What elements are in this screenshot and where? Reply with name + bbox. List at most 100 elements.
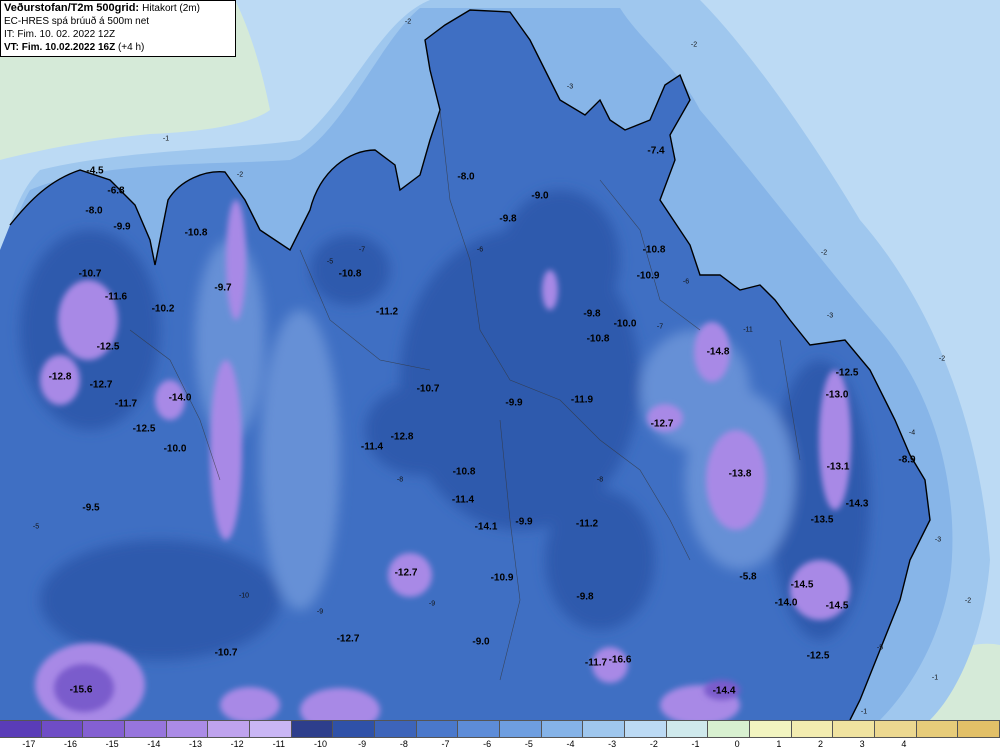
temperature-value-label: -11.7 (114, 398, 138, 410)
map-subtitle: Hitakort (2m) (142, 3, 200, 14)
legend-swatch (750, 721, 792, 737)
temperature-value-label: -9.9 (113, 221, 131, 233)
temperature-value-label: -8.9 (898, 454, 916, 466)
temperature-value-label: -8.0 (457, 171, 475, 183)
temperature-value-label: -10.8 (452, 466, 476, 478)
temperature-value-label: -10.0 (163, 443, 187, 455)
temperature-value-label: -11.6 (104, 291, 128, 303)
temperature-value-label: -10.8 (184, 227, 208, 239)
temperature-value-label: -11.2 (375, 306, 399, 318)
contour-label: -11 (743, 326, 753, 334)
temperature-value-label: -14.8 (706, 346, 730, 358)
contour-label: -2 (690, 41, 698, 49)
legend-swatch (375, 721, 417, 737)
map-canvas (0, 0, 1000, 720)
contour-label: -6 (682, 278, 690, 286)
temperature-value-label: -13.5 (810, 514, 834, 526)
temperature-value-label: -10.8 (338, 268, 362, 280)
legend-swatch (0, 721, 42, 737)
legend-swatch (500, 721, 542, 737)
temperature-value-label: -12.5 (835, 367, 859, 379)
lead-time: (+4 h) (117, 42, 145, 53)
temperature-value-label: -12.7 (650, 418, 674, 430)
legend-swatch (875, 721, 917, 737)
legend-swatch (291, 721, 334, 737)
contour-label: -2 (236, 171, 244, 179)
temperature-value-label: -14.0 (774, 597, 798, 609)
temperature-value-label: -13.8 (728, 468, 752, 480)
contour-label: -2 (938, 355, 946, 363)
temperature-value-label: -10.7 (214, 647, 238, 659)
contour-label: -2 (820, 249, 828, 257)
model-description: EC-HRES spá brúuð á 500m net (4, 16, 150, 27)
legend-swatch (958, 721, 1000, 737)
temperature-value-label: -12.5 (132, 423, 156, 435)
color-legend: -17 -16 -15 -14 -13 -12 -11 -10 -9 -8 -7 -6 -5 -4 -3 -2… (0, 720, 1000, 749)
legend-swatch (458, 721, 501, 737)
temperature-value-label: -10.7 (78, 268, 102, 280)
temperature-value-label: -10.8 (586, 333, 610, 345)
temperature-value-label: -14.5 (825, 600, 849, 612)
temperature-value-label: -12.7 (336, 633, 360, 645)
temperature-value-label: -12.5 (806, 650, 830, 662)
contour-label: -1 (162, 135, 170, 143)
temperature-value-label: -9.8 (576, 591, 594, 603)
contour-label: -5 (326, 258, 334, 266)
initial-time: IT: Fim. 10. 02. 2022 12Z (4, 29, 116, 40)
temperature-value-label: -13.1 (826, 461, 850, 473)
map-title: Veðurstofan/T2m 500grid: (4, 2, 140, 14)
contour-label: -8 (396, 476, 404, 484)
contour-label: -8 (596, 476, 604, 484)
temperature-value-label: -9.9 (505, 397, 523, 409)
temperature-value-label: -9.7 (214, 282, 232, 294)
legend-swatch (708, 721, 751, 737)
contour-label: -4 (908, 429, 916, 437)
temperature-value-label: -9.8 (499, 213, 517, 225)
legend-swatch (83, 721, 126, 737)
contour-label: -6 (476, 246, 484, 254)
temperature-value-label: -14.1 (474, 521, 498, 533)
legend-bar (0, 720, 1000, 738)
temperature-value-label: -11.2 (575, 518, 599, 530)
temperature-value-label: -10.9 (636, 270, 660, 282)
contour-label: -7 (358, 246, 366, 254)
legend-swatch (541, 721, 584, 737)
temperature-value-label: -11.9 (570, 394, 594, 406)
contour-label: -1 (931, 674, 939, 682)
contour-label: -3 (826, 312, 834, 320)
contour-label: -7 (656, 323, 664, 331)
temperature-value-label: -12.5 (96, 341, 120, 353)
temperature-value-label: -13.0 (825, 389, 849, 401)
legend-swatch (791, 721, 834, 737)
contour-label: -9 (428, 600, 436, 608)
legend-swatch (208, 721, 251, 737)
temperature-value-label: -11.7 (584, 657, 608, 669)
temperature-value-label: -9.0 (472, 636, 490, 648)
temperature-value-label: -10.0 (613, 318, 637, 330)
contour-label: -5 (876, 644, 884, 652)
temperature-value-label: -7.4 (647, 145, 665, 157)
temperature-value-label: -16.6 (608, 654, 632, 666)
contour-label: -3 (934, 536, 942, 544)
temperature-value-label: -14.5 (790, 579, 814, 591)
temperature-value-label: -12.7 (89, 379, 113, 391)
temperature-value-label: -15.6 (69, 684, 93, 696)
legend-swatch (166, 721, 209, 737)
legend-swatch (833, 721, 876, 737)
temperature-value-label: -10.2 (151, 303, 175, 315)
legend-swatch (333, 721, 376, 737)
temperature-value-label: -10.8 (642, 244, 666, 256)
temperature-value-label: -8.0 (85, 205, 103, 217)
temperature-value-label: -14.4 (712, 685, 736, 697)
temperature-value-label: -9.9 (515, 516, 533, 528)
temperature-value-label: -12.7 (394, 567, 418, 579)
temperature-value-label: -14.3 (845, 498, 869, 510)
temperature-value-label: -4.5 (86, 165, 104, 177)
legend-swatch (666, 721, 709, 737)
temperature-value-label: -5.8 (739, 571, 757, 583)
legend-swatch (625, 721, 667, 737)
contour-label: -1 (860, 708, 868, 716)
temperature-value-label: -9.8 (583, 308, 601, 320)
contour-label: -5 (32, 523, 40, 531)
temperature-value-label: -11.4 (451, 494, 475, 506)
